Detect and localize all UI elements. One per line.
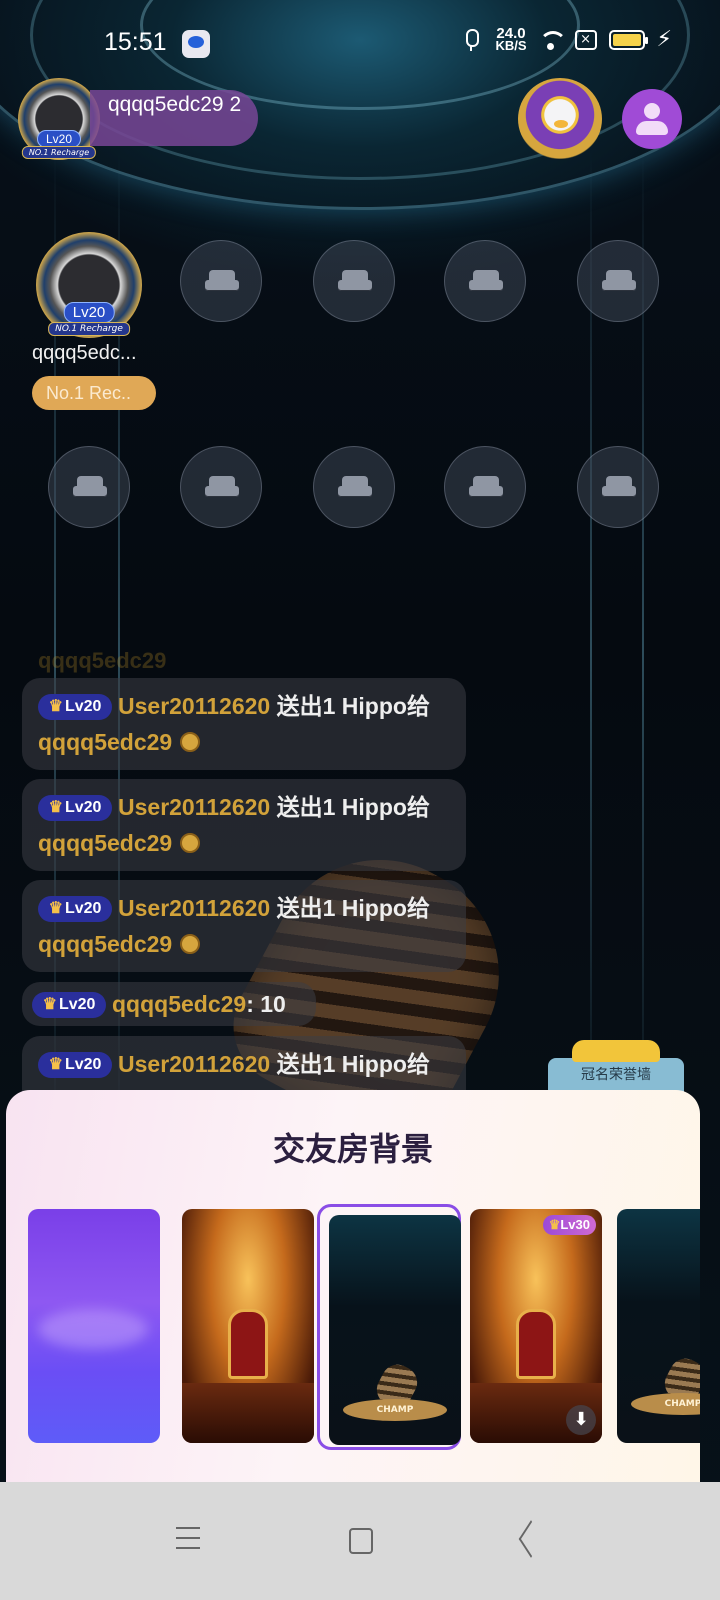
chat-receiver[interactable]: qqqq5edc29 [38,830,172,856]
network-speed: 24.0 KB/S [495,26,527,53]
system-nav-bar [0,1482,720,1600]
network-speed-unit: KB/S [495,38,527,53]
throne-illustration [228,1309,268,1379]
coin-icon [180,732,201,752]
chat-sender[interactable]: User20112620 [118,693,270,719]
seat-level-badge: Lv20 [63,302,115,323]
sofa-icon [602,476,636,500]
host-name[interactable]: qqqq5edc29 2 [90,90,258,146]
chat-value: : 10 [246,991,286,1017]
chat-sender[interactable]: User20112620 [118,895,270,921]
throne-illustration [516,1309,556,1379]
crown-icon: ♛ [48,900,63,917]
background-option-purple[interactable] [28,1209,160,1443]
app-notification-icon [182,30,210,58]
coin-icon [180,833,201,853]
chat-sender[interactable]: User20112620 [118,794,270,820]
chat-action: 送出1 Hippo给 [276,693,430,719]
empty-seat[interactable] [313,446,395,528]
background-option-space-vip[interactable]: CHAMP ♛ [617,1209,700,1443]
chat-action: 送出1 Hippo给 [276,794,430,820]
chat-action: 送出1 Hippo给 [276,895,430,921]
crown-icon: ♛ [48,698,63,715]
honor-wall-button[interactable]: 冠名荣誉墙 [548,1040,684,1092]
chat-message: ♛ Lv20 qqqq5edc29: 10 [22,982,316,1026]
champ-plate: CHAMP [631,1393,700,1415]
crown-icon: ♛ [48,1056,63,1073]
sofa-icon [338,476,372,500]
menu-icon[interactable] [172,1522,206,1556]
empty-seat[interactable] [444,446,526,528]
chat-sender[interactable]: User20112620 [118,1051,270,1077]
sim-off-icon: × [574,30,597,50]
back-icon[interactable] [514,1522,548,1556]
download-icon[interactable]: ⬇ [566,1405,596,1435]
chat-level-badge: ♛ Lv20 [38,1052,112,1078]
coin-icon [180,934,201,954]
chat-level-badge: ♛ Lv20 [38,896,112,922]
host-rank-badge: NO.1 Recharge [21,146,97,159]
sofa-icon [602,270,636,294]
chat-message: ♛Lv20User20112620 送出1 Hippo给 qqqq5edc29 [22,678,466,770]
sofa-icon [73,476,107,500]
chat-message: ♛Lv20User20112620 送出1 Hippo给 qqqq5edc29 [22,880,466,972]
empty-seat[interactable] [577,240,659,322]
seat-avatar-occupied[interactable]: Lv20 NO.1 Recharge [36,232,142,338]
empty-seat[interactable] [444,240,526,322]
sofa-icon [469,270,503,294]
status-bar: 15:51 24.0 KB/S × ⚡ [0,0,720,88]
crown-icon: ♛ [48,799,63,816]
sofa-icon [469,476,503,500]
background-picker-sheet: 交友房背景 CHAMP ♛Lv30 ⬇ CHAMP ♛ [6,1090,700,1482]
status-time: 15:51 [104,28,167,56]
members-button[interactable] [622,89,682,149]
chat-faded-line: qqqq5edc29 [38,648,167,673]
background-option-throne[interactable] [182,1209,314,1443]
chat-level-badge: ♛ Lv20 [38,795,112,821]
empty-seat[interactable] [313,240,395,322]
wifi-icon [538,28,567,52]
room-crest-icon[interactable] [518,78,602,160]
empty-seat[interactable] [48,446,130,528]
sofa-icon [205,270,239,294]
empty-seat[interactable] [180,240,262,322]
seat-user-name: qqqq5edc... [32,342,137,364]
crown-icon: ♛ [548,1217,561,1232]
sheet-title: 交友房背景 [272,1130,433,1168]
chat-message: ♛Lv20User20112620 送出1 Hippo给 qqqq5edc29 [22,779,466,871]
seat-rank-badge: NO.1 Recharge [48,322,130,336]
empty-seat[interactable] [180,446,262,528]
host-avatar[interactable]: Lv20 NO.1 Recharge [18,78,100,160]
background-option-throne-vip[interactable]: ♛Lv30 ⬇ [470,1209,602,1443]
chat-receiver[interactable]: qqqq5edc29 [38,931,172,957]
chat-action: 送出1 Hippo给 [276,1051,430,1077]
charging-icon: ⚡ [656,27,672,52]
sofa-icon [338,270,372,294]
battery-icon [608,30,648,50]
crown-icon: ♛ [42,996,57,1013]
seat-user-badge: No.1 Rec.. [32,376,156,410]
chat-sender[interactable]: qqqq5edc29 [112,991,246,1017]
chat-level-badge: ♛ Lv20 [38,694,112,720]
empty-seat[interactable] [577,446,659,528]
champ-plate: CHAMP [343,1399,447,1421]
chat-receiver[interactable]: qqqq5edc29 [38,729,172,755]
chat-level-badge: ♛ Lv20 [32,992,106,1018]
sofa-icon [205,476,239,500]
microphone-icon [459,28,483,52]
vip-level-badge: ♛Lv30 [542,1215,596,1235]
home-icon[interactable] [342,1522,376,1556]
background-option-space-selected[interactable]: CHAMP [329,1215,461,1445]
